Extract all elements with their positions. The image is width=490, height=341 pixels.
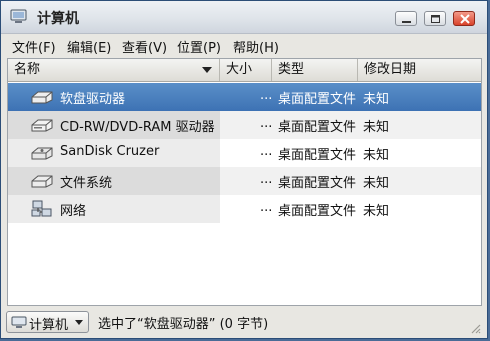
window-title: 计算机: [37, 11, 79, 27]
list-item[interactable]: 软盘驱动器 ... 桌面配置文件 未知: [8, 83, 481, 111]
chevron-down-icon: [75, 320, 83, 325]
minimize-icon: [402, 21, 411, 23]
computer-icon: [11, 316, 27, 328]
menu-help[interactable]: 帮助(H): [233, 37, 279, 56]
location-label: 计算机: [29, 318, 69, 333]
list-item[interactable]: 文件系统 ... 桌面配置文件 未知: [8, 167, 481, 195]
menu-bar: 文件(F) 编辑(E) 查看(V) 位置(P) 帮助(H): [1, 34, 487, 57]
item-date: 未知: [363, 148, 390, 163]
close-icon: [460, 14, 470, 24]
column-header-date[interactable]: 修改日期: [358, 59, 481, 81]
item-size: ...: [260, 116, 273, 131]
network-icon: [31, 200, 52, 217]
list-item[interactable]: SanDisk Cruzer ... 桌面配置文件 未知: [8, 139, 481, 167]
menu-edit[interactable]: 编辑(E): [67, 37, 111, 56]
file-list-view[interactable]: 名称 大小 类型 修改日期 软盘驱动器 ... 桌面配置文件 未知 CD-RW/…: [7, 58, 482, 306]
title-bar[interactable]: 计算机: [1, 1, 487, 34]
list-item[interactable]: CD-RW/DVD-RAM 驱动器 ... 桌面配置文件 未知: [8, 111, 481, 139]
menu-file[interactable]: 文件(F): [12, 37, 56, 56]
item-size: ...: [260, 172, 273, 187]
column-header-date-label: 修改日期: [364, 62, 417, 77]
location-dropdown[interactable]: 计算机: [6, 311, 89, 333]
close-button[interactable]: [453, 11, 475, 26]
item-type: 桌面配置文件: [278, 176, 357, 191]
sort-descending-icon: [202, 67, 212, 73]
maximize-button[interactable]: [424, 11, 446, 26]
status-bar: 计算机 选中了“软盘驱动器” (0 字节): [1, 307, 487, 338]
item-type: 桌面配置文件: [278, 148, 357, 163]
item-name: CD-RW/DVD-RAM 驱动器: [60, 120, 215, 135]
column-header-size-label: 大小: [226, 62, 253, 77]
file-manager-window: 计算机 文件(F) 编辑(E) 查看(V) 位置(P) 帮助(H) 名称 大小 …: [0, 0, 488, 339]
item-size: ...: [260, 200, 273, 215]
item-type: 桌面配置文件: [278, 120, 357, 135]
item-name: 文件系统: [60, 176, 113, 191]
item-date: 未知: [363, 92, 390, 107]
column-header-name[interactable]: 名称: [8, 59, 220, 81]
column-header-type[interactable]: 类型: [272, 59, 358, 81]
item-size: ...: [260, 144, 273, 159]
computer-icon: [10, 9, 27, 23]
usb-drive-icon: [31, 147, 53, 160]
column-header-size[interactable]: 大小: [220, 59, 272, 81]
filesystem-drive-icon: [31, 175, 53, 188]
item-name: SanDisk Cruzer: [60, 144, 160, 159]
menu-location[interactable]: 位置(P): [177, 37, 221, 56]
menu-view[interactable]: 查看(V): [122, 37, 167, 56]
resize-grip-icon[interactable]: [469, 322, 481, 334]
minimize-button[interactable]: [395, 11, 417, 26]
cdrom-drive-icon: [31, 119, 53, 132]
item-type: 桌面配置文件: [278, 204, 357, 219]
status-message: 选中了“软盘驱动器” (0 字节): [98, 317, 269, 332]
maximize-icon: [431, 15, 440, 23]
item-name: 网络: [60, 204, 87, 219]
item-name: 软盘驱动器: [60, 92, 126, 107]
list-item[interactable]: 网络 ... 桌面配置文件 未知: [8, 195, 481, 223]
floppy-drive-icon: [31, 91, 53, 104]
item-date: 未知: [363, 176, 390, 191]
column-header-type-label: 类型: [278, 62, 305, 77]
column-header-name-label: 名称: [14, 62, 41, 77]
item-size: ...: [260, 88, 273, 103]
item-date: 未知: [363, 120, 390, 135]
item-date: 未知: [363, 204, 390, 219]
item-type: 桌面配置文件: [278, 92, 357, 107]
column-headers: 名称 大小 类型 修改日期: [8, 59, 481, 82]
